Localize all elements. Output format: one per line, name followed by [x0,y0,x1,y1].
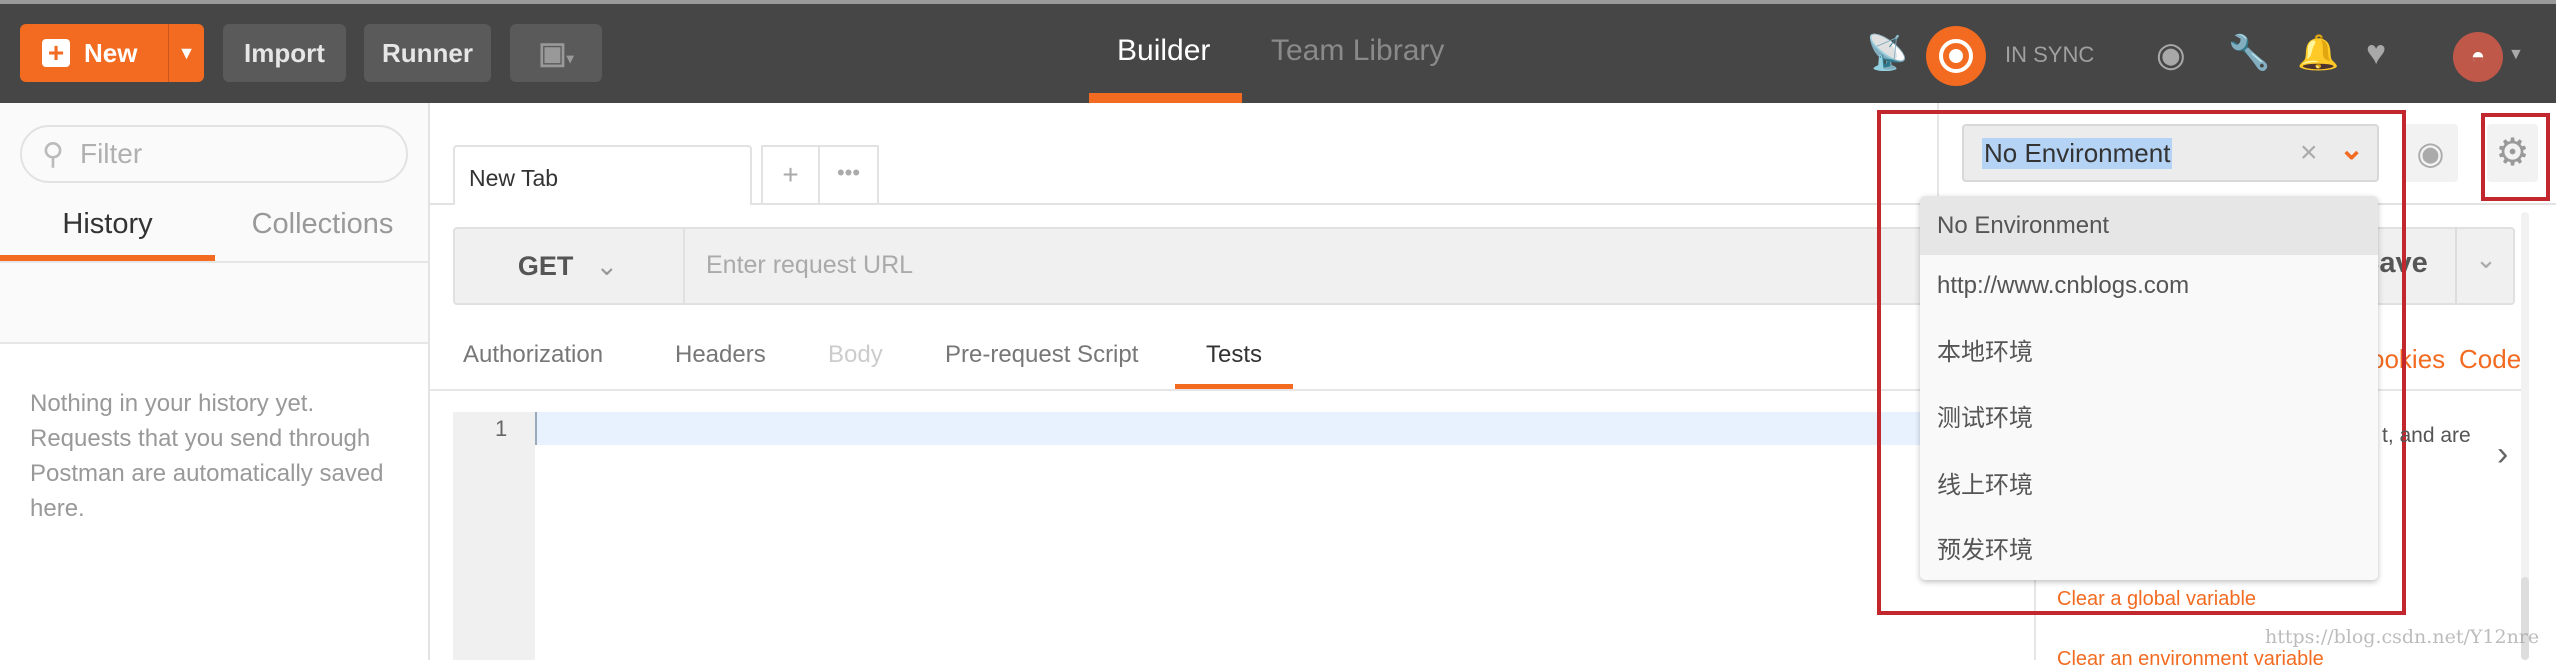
editor-gutter [453,412,535,660]
history-empty-message: Nothing in your history yet. Requests th… [30,390,384,522]
top-bar: + New ▼ Import Runner ▣▾ Builder Team Li… [0,0,2556,103]
filter-input[interactable]: ⚲ Filter [20,125,408,183]
new-window-icon: ▣▾ [538,36,574,70]
line-number: 1 [495,416,508,441]
filter-placeholder: Filter [79,138,143,169]
subtab-pre-request-script[interactable]: Pre-request Script [945,341,1138,369]
new-label: New [84,37,138,68]
sidebar: ⚲ Filter History Collections Nothing in … [0,103,430,660]
subtab-authorization[interactable]: Authorization [463,341,603,369]
runner-button[interactable]: Runner [364,24,491,82]
sync-status: IN SYNC [2005,42,2095,67]
heart-icon[interactable]: ♥ [2366,36,2386,70]
add-tab-button[interactable]: + [761,145,820,203]
globe-icon[interactable]: ◉ [2156,38,2186,72]
more-tabs-button[interactable]: ••• [820,145,879,203]
avatar[interactable]: ◓ [2453,32,2503,82]
search-icon: ⚲ [42,137,64,171]
divider [0,261,430,263]
nav-builder[interactable]: Builder [1117,34,1210,68]
builder-underline [1089,93,1242,103]
annotation-box-environment [1877,110,2406,615]
url-input[interactable]: Enter request URL [706,251,913,280]
sync-icon[interactable] [1926,26,1986,86]
nav-team-library[interactable]: Team Library [1271,34,1444,68]
watermark: https://blog.csdn.net/Y12nre [2265,626,2540,648]
plus-icon: + [42,39,70,67]
bell-icon[interactable]: 🔔 [2297,36,2339,70]
snippet-description: t, and are [2382,424,2471,447]
request-tab[interactable]: New Tab [453,145,752,205]
new-button[interactable]: + New [20,24,168,82]
quick-look-button[interactable]: ◉ [2403,124,2458,182]
divider [430,389,2034,391]
save-dropdown-button[interactable]: ⌄ [2455,227,2515,305]
request-tab-label: New Tab [469,165,559,191]
avatar-caret-icon[interactable]: ▼ [2508,46,2524,64]
code-editor[interactable] [453,412,2034,660]
satellite-icon[interactable]: 📡 [1866,36,1908,70]
tab-collections[interactable]: Collections [215,208,430,241]
code-link[interactable]: Code [2459,344,2521,375]
eye-icon: ◉ [2416,135,2445,171]
new-window-button[interactable]: ▣▾ [510,24,602,82]
import-button[interactable]: Import [223,24,346,82]
active-line [535,412,2034,445]
annotation-box-gear [2481,113,2550,201]
wrench-icon[interactable]: 🔧 [2228,36,2270,70]
subtab-body[interactable]: Body [828,341,883,369]
tab-history[interactable]: History [0,208,215,241]
chevron-right-icon[interactable]: › [2497,435,2508,474]
subtab-tests[interactable]: Tests [1206,341,1262,369]
new-dropdown-button[interactable]: ▼ [168,24,204,82]
method-select[interactable]: GET ⌄ [453,227,685,305]
subtab-headers[interactable]: Headers [675,341,766,369]
chevron-down-icon: ⌄ [595,250,619,281]
